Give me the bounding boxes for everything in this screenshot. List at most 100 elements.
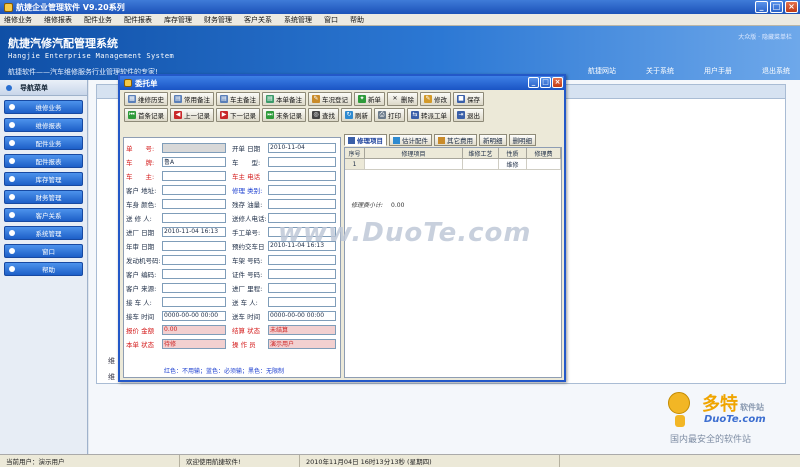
deliver-time-field[interactable]: 0000-00-00 00:00 — [268, 310, 336, 321]
sidebar-item-parts-report[interactable]: 配件报表 — [4, 154, 83, 168]
sidebar-item-system[interactable]: 系统管理 — [4, 226, 83, 240]
app-header: 航捷汽修汽配管理系统 Hangjie Enterprise Management… — [0, 26, 800, 80]
save-button[interactable]: ■ 保存 — [453, 92, 484, 106]
sender-phone-field[interactable] — [268, 212, 336, 223]
repair-type-field[interactable] — [268, 184, 336, 195]
sidebar-item-help[interactable]: 帮助 — [4, 262, 83, 276]
order-number-field[interactable] — [162, 142, 226, 153]
owner-field[interactable] — [162, 170, 226, 181]
common-notes-button[interactable]: ▤ 常用备注 — [170, 92, 214, 106]
tab-estimated-parts[interactable]: 估计配件 — [389, 134, 432, 146]
nav-header: 导航菜单 — [0, 80, 87, 96]
notes-icon: ▤ — [174, 95, 182, 103]
menu-item-repair[interactable]: 维修业务 — [4, 15, 32, 25]
add-detail-button[interactable]: 新明细 — [479, 134, 507, 146]
color-field[interactable] — [162, 198, 226, 209]
menu-item-system[interactable]: 系统管理 — [284, 15, 312, 25]
dialog-close-button[interactable]: × — [552, 77, 563, 88]
inspection-date-field[interactable] — [162, 240, 226, 251]
menu-item-help[interactable]: 帮助 — [350, 15, 364, 25]
user-info[interactable]: 大众版 · 隐藏菜单栏 — [738, 32, 792, 41]
receive-time-field[interactable]: 0000-00-00 00:00 — [162, 310, 226, 321]
detail-tabs: 修理项目 估计配件 其它费用 新明细 删明细 — [344, 134, 536, 146]
next-record-button[interactable]: ▶ 下一记录 — [216, 108, 260, 122]
fuel-field[interactable] — [268, 198, 336, 209]
minimize-button[interactable]: _ — [755, 1, 768, 13]
first-record-button[interactable]: ⏮ 首条记录 — [124, 108, 168, 122]
owner-notes-button[interactable]: ▤ 车主备注 — [216, 92, 260, 106]
dialog-title-bar: 委托单 _ □ × — [120, 76, 564, 90]
maximize-button[interactable]: □ — [770, 1, 783, 13]
owner-phone-field[interactable] — [268, 170, 336, 181]
prev-record-button[interactable]: ◀ 上一记录 — [170, 108, 214, 122]
app-title-bar: 航捷企业管理软件 V9.20系列 _ □ × — [0, 0, 800, 14]
link-manual[interactable]: 用户手册 — [704, 66, 732, 76]
nav-header-icon — [6, 84, 12, 91]
menu-item-parts[interactable]: 配件业务 — [84, 15, 112, 25]
tab-icon — [438, 136, 445, 144]
link-about[interactable]: 关于系统 — [646, 66, 674, 76]
deliverer-field[interactable] — [268, 296, 336, 307]
sidebar-item-parts[interactable]: 配件业务 — [4, 136, 83, 150]
plate-field[interactable]: 鲁A — [162, 156, 226, 167]
delete-icon: ✕ — [392, 95, 398, 102]
new-order-button[interactable]: ✦ 新单 — [354, 92, 385, 106]
system-subtitle: Hangjie Enterprise Management System — [8, 52, 175, 60]
customer-source-field[interactable] — [162, 282, 226, 293]
history-button[interactable]: ▦ 维修历史 — [124, 92, 168, 106]
delivery-date-field[interactable]: 2010-11-04 16:13 — [268, 240, 336, 251]
entry-date-field[interactable]: 2010-11-04 16:13 — [162, 226, 226, 237]
status-datetime: 2010年11月04日 16时13分13秒 (星期四) — [300, 455, 560, 467]
sidebar-item-finance[interactable]: 财务管理 — [4, 190, 83, 204]
delete-detail-button[interactable]: 删明细 — [508, 134, 536, 146]
edit-button[interactable]: ✎ 修改 — [420, 92, 451, 106]
sidebar-item-window[interactable]: 窗口 — [4, 244, 83, 258]
print-button[interactable]: ⎙ 打印 — [374, 108, 405, 122]
sender-field[interactable] — [162, 212, 226, 223]
wrench-icon: ✎ — [312, 95, 320, 103]
order-status-field: 待修 — [162, 338, 226, 349]
dialog-minimize-button[interactable]: _ — [528, 77, 539, 88]
table-row[interactable]: 1 维修 — [345, 159, 561, 170]
customer-code-field[interactable] — [162, 268, 226, 279]
menu-item-parts-report[interactable]: 配件报表 — [124, 15, 152, 25]
car-condition-button[interactable]: ✎ 车况登记 — [308, 92, 352, 106]
quote-amount-field: 0.00 — [162, 324, 226, 335]
menu-item-crm[interactable]: 客户关系 — [244, 15, 272, 25]
order-date-field[interactable]: 2010-11-04 — [268, 142, 336, 153]
sidebar-item-repair-report[interactable]: 维修报表 — [4, 118, 83, 132]
dialog-maximize-button[interactable]: □ — [540, 77, 551, 88]
exit-button[interactable]: ⇥ 退出 — [453, 108, 484, 122]
order-notes-button[interactable]: ▤ 本单备注 — [262, 92, 306, 106]
refresh-button[interactable]: ↻ 刷新 — [341, 108, 372, 122]
dialog-toolbar: ▦ 维修历史 ▤ 常用备注 ▤ 车主备注 ▤ 本单备注 ✎ 车况登记 ✦ 新单 ✕ 删除 ✎ 修… — [120, 90, 564, 122]
tab-repair-items[interactable]: 修理项目 — [344, 134, 387, 146]
binoculars-icon: ◎ — [312, 111, 320, 119]
frame-number-field[interactable] — [268, 254, 336, 265]
menu-item-window[interactable]: 窗口 — [324, 15, 338, 25]
sidebar-item-inventory[interactable]: 库存管理 — [4, 172, 83, 186]
mileage-field[interactable] — [268, 282, 336, 293]
tab-other-fees[interactable]: 其它费用 — [434, 134, 477, 146]
address-field[interactable] — [162, 184, 226, 195]
last-record-button[interactable]: ⏭ 末条记录 — [262, 108, 306, 122]
link-website[interactable]: 航捷网站 — [588, 66, 616, 76]
sidebar-item-repair[interactable]: 维修业务 — [4, 100, 83, 114]
dispatch-icon: ⇆ — [411, 111, 419, 119]
manual-number-field[interactable] — [268, 226, 336, 237]
receiver-field[interactable] — [162, 296, 226, 307]
close-button[interactable]: × — [785, 1, 798, 13]
car-model-field[interactable] — [268, 156, 336, 167]
id-number-field[interactable] — [268, 268, 336, 279]
sidebar-item-crm[interactable]: 客户关系 — [4, 208, 83, 222]
pencil-icon: ✎ — [424, 95, 432, 103]
dispatch-button[interactable]: ⇆ 转派工单 — [407, 108, 451, 122]
link-exit[interactable]: 退出系统 — [762, 66, 790, 76]
search-button[interactable]: ◎ 查找 — [308, 108, 339, 122]
menu-item-repair-report[interactable]: 维修报表 — [44, 15, 72, 25]
engine-number-field[interactable] — [162, 254, 226, 265]
menu-item-finance[interactable]: 财务管理 — [204, 15, 232, 25]
menu-item-inventory[interactable]: 库存管理 — [164, 15, 192, 25]
delete-button[interactable]: ✕ 删除 — [387, 92, 418, 106]
printer-icon: ⎙ — [378, 111, 386, 119]
